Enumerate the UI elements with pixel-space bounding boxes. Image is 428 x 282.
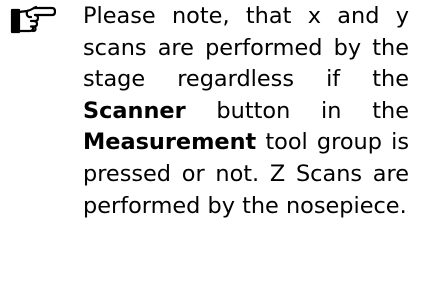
scanner-button-label: Scanner [83, 97, 186, 124]
pointing-hand-icon [10, 5, 56, 34]
note-text-part2: button in the [185, 97, 409, 124]
note-text-part1: Please note, that x and y scans are perf… [83, 3, 409, 93]
note-block: Please note, that x and y scans are perf… [0, 0, 428, 282]
measurement-tool-group-label: Measurement [83, 129, 257, 156]
note-text: Please note, that x and y scans are perf… [83, 1, 409, 222]
